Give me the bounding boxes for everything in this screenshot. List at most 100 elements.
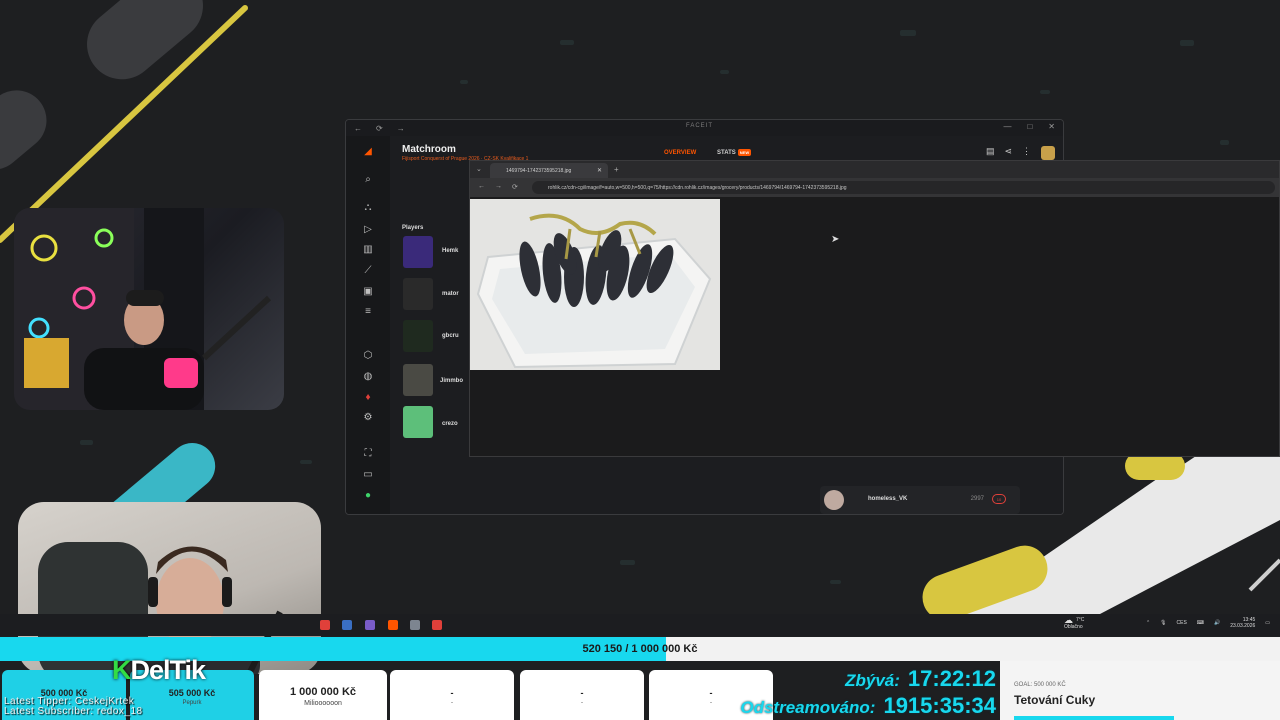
app-icon[interactable] bbox=[432, 620, 442, 630]
milestone-amount: 1 000 000 Kč bbox=[289, 686, 357, 698]
player-name[interactable]: Jimmbo bbox=[440, 378, 463, 384]
close-tab-icon[interactable]: ✕ bbox=[597, 167, 602, 174]
online-status-icon[interactable]: ● bbox=[362, 490, 374, 502]
tab-list-icon[interactable]: ⌄ bbox=[476, 165, 482, 173]
chevron-up-icon[interactable]: ⌃ bbox=[1146, 620, 1150, 626]
forward-icon[interactable]: → bbox=[397, 124, 405, 133]
player-name[interactable]: crezo bbox=[442, 421, 458, 427]
players-label: Players bbox=[402, 225, 424, 231]
remaining-label: Zbývá: bbox=[845, 671, 900, 690]
milestone-card: - - bbox=[390, 670, 514, 720]
goal-title: Tetování Cuky bbox=[1014, 693, 1096, 707]
milestone-card: 1 000 000 Kč Milioooooon bbox=[259, 670, 387, 720]
notifications-icon[interactable]: ▭ bbox=[1265, 620, 1270, 626]
faceit-logo-icon[interactable]: ◢ bbox=[362, 146, 374, 158]
app-icon[interactable] bbox=[388, 620, 398, 630]
reload-icon[interactable]: ⟳ bbox=[512, 183, 518, 191]
volume-icon[interactable]: 🔊 bbox=[1214, 620, 1220, 626]
weather-widget[interactable]: ☁ 7°C Oblačno bbox=[1064, 616, 1085, 631]
grapes-image bbox=[476, 213, 712, 369]
weather-temp: 7°C bbox=[1076, 617, 1085, 623]
weather-desc: Oblačno bbox=[1064, 624, 1083, 630]
elo-value: 2997 bbox=[970, 496, 984, 502]
network-icon[interactable]: ⌨ bbox=[1197, 620, 1204, 626]
page-title: Matchroom bbox=[402, 144, 456, 155]
shop-icon[interactable]: ⬡ bbox=[362, 350, 374, 362]
app-icon[interactable] bbox=[342, 620, 352, 630]
streamed-value: 1915:35:34 bbox=[883, 693, 996, 718]
search-icon[interactable]: ⌕ bbox=[362, 174, 374, 186]
viewer-addressbar: ← → ⟳ rohlik.cz/cdn-cgi/image/f=auto,w=5… bbox=[470, 178, 1279, 197]
goal-label: GOAL: 500 000 KČ bbox=[1014, 682, 1066, 688]
player-avatar[interactable] bbox=[403, 320, 433, 352]
globe-icon[interactable]: ◍ bbox=[362, 371, 374, 383]
mic-icon[interactable]: 🎙 bbox=[1160, 620, 1166, 626]
settings-icon[interactable]: ⚙ bbox=[362, 412, 374, 424]
player-avatar[interactable] bbox=[403, 364, 433, 396]
viewer-tab[interactable]: 1469794-1742373595218.jpg ✕ bbox=[490, 163, 608, 178]
mouse-cursor-icon: ➤ bbox=[831, 234, 840, 245]
milestone-amount: - bbox=[580, 688, 584, 698]
goal-panel: GOAL: 500 000 KČ Tetování Cuky bbox=[1000, 661, 1280, 720]
play-icon[interactable]: ▷ bbox=[362, 224, 374, 236]
maximize-icon[interactable]: □ bbox=[1027, 122, 1032, 131]
clock[interactable]: 13:45 23.03.2026 bbox=[1230, 617, 1255, 629]
system-tray: ⌃ 🎙 CES ⌨ 🔊 13:45 23.03.2026 ▭ bbox=[1146, 617, 1270, 629]
subathon-timers: Zbývá: 17:22:12 Odstreamováno: 1915:35:34 bbox=[740, 664, 1000, 720]
tab-stats-label: STATS bbox=[717, 150, 736, 156]
clubs-icon[interactable]: ⛬ bbox=[362, 202, 374, 214]
url-field[interactable]: rohlik.cz/cdn-cgi/image/f=auto,w=500,h=5… bbox=[532, 181, 1275, 194]
tab-overview[interactable]: OVERVIEW bbox=[664, 150, 696, 156]
webcam-top-feed bbox=[14, 208, 272, 410]
app-icon[interactable] bbox=[320, 620, 330, 630]
back-icon[interactable]: ← bbox=[478, 183, 485, 191]
viewer-tab-title: 1469794-1742373595218.jpg bbox=[506, 168, 572, 174]
share-icon[interactable]: ⋖ bbox=[1004, 146, 1012, 160]
app-icon[interactable] bbox=[365, 620, 375, 630]
streamer-logo: KDelTik bbox=[112, 655, 206, 686]
substitute-row[interactable]: homeless_VK 2997 10 bbox=[820, 486, 1020, 514]
tab-stats[interactable]: STATS NEW bbox=[717, 149, 752, 156]
avatar[interactable] bbox=[1041, 146, 1055, 160]
language-indicator[interactable]: CES bbox=[1177, 620, 1187, 626]
expand-icon[interactable]: ⛶ bbox=[362, 448, 374, 460]
player-avatar[interactable] bbox=[403, 278, 433, 310]
player-avatar[interactable] bbox=[403, 406, 433, 438]
player-name[interactable]: Hemk bbox=[442, 248, 458, 254]
player-name[interactable]: gbcru bbox=[442, 333, 459, 339]
viewer-tabbar: ⌄ 1469794-1742373595218.jpg ✕ + bbox=[470, 161, 1279, 178]
player-name[interactable]: mator bbox=[442, 291, 459, 297]
taskbar: ☁ 7°C Oblačno ⌃ 🎙 CES ⌨ 🔊 13:45 23.03.20… bbox=[0, 614, 1280, 636]
milestone-label: - bbox=[451, 700, 453, 706]
image-viewer-window: ⌄ 1469794-1742373595218.jpg ✕ + ← → ⟳ ro… bbox=[469, 160, 1280, 457]
sub-player-name: homeless_VK bbox=[868, 496, 908, 502]
watch-icon[interactable]: ▣ bbox=[362, 286, 374, 298]
window-titlebar: ← ⟳ → FACEIT — □ ✕ bbox=[346, 120, 1063, 136]
game-icon[interactable]: ♦ bbox=[362, 392, 374, 404]
streamed-label: Odstreamováno: bbox=[740, 698, 876, 717]
forward-icon[interactable]: → bbox=[495, 183, 502, 191]
back-icon[interactable]: ← bbox=[354, 124, 362, 133]
milestone-label: - bbox=[581, 700, 583, 706]
close-icon[interactable]: ✕ bbox=[1048, 122, 1055, 131]
milestone-amount: - bbox=[450, 688, 454, 698]
app-sidebar: ◢ ⌕ ⛬ ▷ ▥ ⟋ ▣ ≡ ⬡ ◍ ♦ ⚙ ⛶ ▭ ● bbox=[346, 136, 390, 514]
avatar bbox=[824, 490, 844, 510]
streamed-timer: Odstreamováno: 1915:35:34 bbox=[740, 693, 996, 719]
product-image[interactable] bbox=[470, 199, 720, 370]
tournaments-icon[interactable]: ≡ bbox=[362, 306, 374, 318]
minimize-icon[interactable]: — bbox=[1003, 122, 1011, 131]
player-avatar[interactable] bbox=[403, 236, 433, 268]
more-icon[interactable]: ⋮ bbox=[1022, 146, 1031, 160]
reload-icon[interactable]: ⟳ bbox=[376, 124, 383, 133]
remaining-value: 17:22:12 bbox=[907, 666, 996, 691]
milestone-label: Milioooooon bbox=[304, 700, 342, 707]
level-badge: 10 bbox=[992, 494, 1006, 504]
app-icon[interactable] bbox=[410, 620, 420, 630]
leaderboard-icon[interactable]: ▥ bbox=[362, 244, 374, 256]
chat-icon[interactable]: ▤ bbox=[986, 146, 995, 160]
inventory-icon[interactable]: ▭ bbox=[362, 469, 374, 481]
new-tab-icon[interactable]: + bbox=[614, 165, 619, 174]
logo-k: K bbox=[112, 655, 131, 685]
stats-icon[interactable]: ⟋ bbox=[362, 265, 374, 277]
